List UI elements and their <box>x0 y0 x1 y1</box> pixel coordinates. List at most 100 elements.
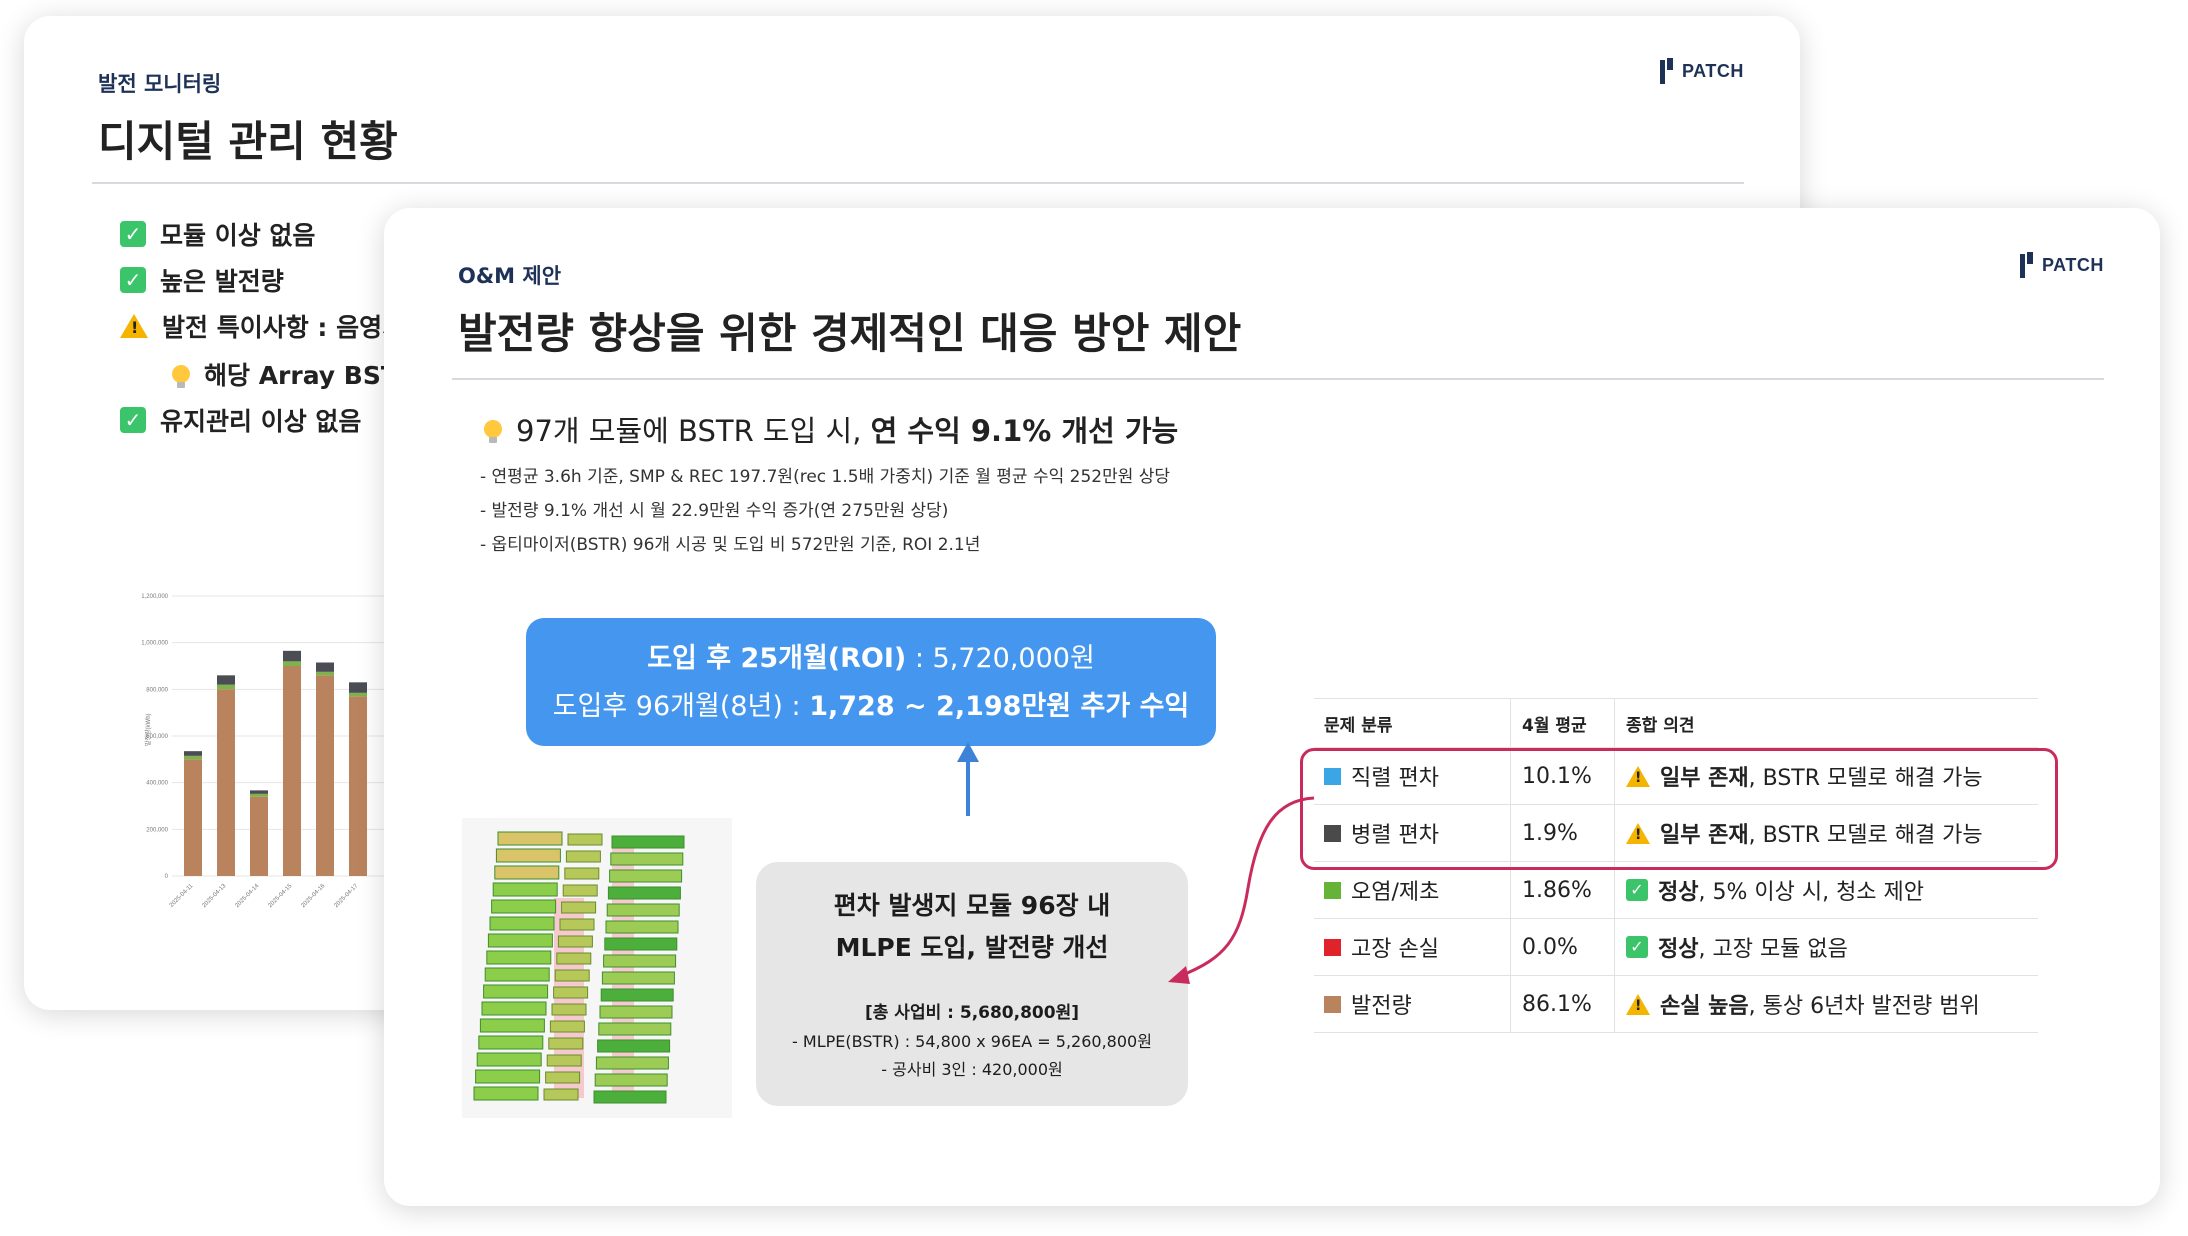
roi-line1: : 5,720,000원 <box>906 643 1095 674</box>
legend-swatch <box>1324 938 1341 956</box>
logo-text: PATCH <box>2042 254 2104 275</box>
cell-opinion: ✓ 정상, 고장 모듈 없음 <box>1626 919 1848 975</box>
table-row: 오염/제초 1.86% ✓ 정상, 5% 이상 시, 청소 제안 <box>1314 862 2038 919</box>
header-april-average: 4월 평균 <box>1522 715 1587 736</box>
bar-segment <box>250 796 268 876</box>
panel-row <box>486 950 552 965</box>
warning-icon <box>1626 993 1650 1015</box>
panel-row <box>594 1073 668 1087</box>
cost-title: [총 사업비 : 5,680,800원] <box>864 1003 1079 1023</box>
panel-row <box>603 954 677 968</box>
patch-logo-icon <box>2020 252 2034 278</box>
panel-row <box>561 901 597 914</box>
bar-segment <box>283 661 301 666</box>
bar-segment <box>316 675 334 876</box>
slide-title: 디지털 관리 현황 <box>98 117 398 166</box>
panel-row <box>489 916 555 931</box>
panel-row <box>548 1037 584 1050</box>
slide-subtitle: 발전 모니터링 <box>98 72 222 96</box>
x-tick-label: 2025-04-17 <box>333 883 359 909</box>
table-row: 고장 손실 0.0% ✓ 정상, 고장 모듈 없음 <box>1314 919 2038 976</box>
x-tick-label: 2025-04-13 <box>201 883 227 909</box>
bar-segment <box>184 755 202 760</box>
proposal-title-line1: 편차 발생지 모듈 96장 내 <box>833 891 1111 920</box>
cell-opinion: 손실 높음, 통상 6년차 발전량 범위 <box>1626 976 1980 1032</box>
cell-opinion: ✓ 정상, 5% 이상 시, 청소 제안 <box>1626 862 1924 918</box>
panel-row <box>478 1035 544 1050</box>
panel-row <box>494 865 560 880</box>
panel-row <box>492 882 558 897</box>
panel-row <box>593 1090 667 1104</box>
logo-text: PATCH <box>1682 60 1744 81</box>
table-header: 문제 분류 4월 평균 종합 의견 <box>1314 698 2038 748</box>
y-tick-label: 200,000 <box>146 827 168 833</box>
panel-row <box>543 1088 579 1101</box>
bar-segment <box>184 759 202 876</box>
cost-line: - MLPE(BSTR) : 54,800 x 96EA = 5,260,800… <box>792 1032 1152 1051</box>
bar-segment <box>349 696 367 876</box>
bar-segment <box>349 692 367 697</box>
x-tick-label: 2025-04-16 <box>300 883 326 909</box>
note-line: - 옵티마이저(BSTR) 96개 시공 및 도입 비 572만원 기준, RO… <box>480 535 981 555</box>
panel-row <box>605 920 679 934</box>
panel-row <box>604 937 678 951</box>
panel-row <box>479 1018 545 1033</box>
insight-text: 97개 모듈에 BSTR 도입 시, <box>516 414 871 448</box>
panel-row <box>599 1005 673 1019</box>
bullet-item: ✓ 높은 발전량 <box>120 262 284 298</box>
cell-category: 발전량 <box>1324 976 1412 1032</box>
check-icon: ✓ <box>1626 879 1648 901</box>
legend-swatch <box>1324 881 1341 899</box>
bullet-text: 모듈 이상 없음 <box>160 221 316 250</box>
y-tick-label: 1,200,000 <box>142 594 169 600</box>
panel-row <box>549 1020 585 1033</box>
panel-row <box>556 952 592 965</box>
bullet-text: 높은 발전량 <box>160 267 284 296</box>
cell-value: 86.1% <box>1522 991 1592 1017</box>
lightbulb-icon <box>172 365 190 388</box>
legend-swatch <box>1324 995 1341 1013</box>
insight-highlight: 연 수익 9.1% 개선 가능 <box>870 414 1179 448</box>
panel-row <box>610 852 684 866</box>
panel-row <box>567 833 603 846</box>
panel-row <box>554 969 590 982</box>
cell-category: 고장 손실 <box>1324 919 1439 975</box>
patch-logo-icon <box>1660 58 1674 84</box>
proposal-box: 편차 발생지 모듈 96장 내 MLPE 도입, 발전량 개선 [총 사업비 :… <box>756 862 1188 1106</box>
panel-row <box>553 986 589 999</box>
cell-value: 1.86% <box>1522 877 1592 903</box>
header-overall-opinion: 종합 의견 <box>1626 715 1695 736</box>
bullet-text: 발전 특이사항 : 음영기 <box>162 313 406 342</box>
cell-value: 0.0% <box>1522 934 1578 960</box>
bar-segment <box>349 682 367 693</box>
header-category: 문제 분류 <box>1324 715 1393 736</box>
y-axis-label: 발전량(kWh) <box>144 713 152 746</box>
title-divider <box>452 378 2104 380</box>
table-row: 발전량 86.1% 손실 높음, 통상 6년차 발전량 범위 <box>1314 976 2038 1033</box>
patch-logo: PATCH <box>2020 252 2104 278</box>
panel-row <box>546 1054 582 1067</box>
bullet-text: 해당 Array BST <box>204 361 398 390</box>
panel-row <box>476 1052 542 1067</box>
slide-title: 발전량 향상을 위한 경제적인 대응 방안 제안 <box>458 309 1242 358</box>
bullet-item: ✓ 모듈 이상 없음 <box>120 216 315 252</box>
x-tick-label: 2025-04-15 <box>267 883 293 909</box>
panel-row <box>562 884 598 897</box>
panel-row <box>557 935 593 948</box>
bar-segment <box>250 790 268 794</box>
panel-row <box>565 850 601 863</box>
bar-segment <box>250 793 268 797</box>
panel-array-layout-image <box>462 818 732 1118</box>
bullet-subitem: 해당 Array BST <box>172 356 398 392</box>
note-line: - 발전량 9.1% 개선 시 월 22.9만원 수익 증가(연 275만원 상… <box>480 501 949 521</box>
y-tick-label: 1,000,000 <box>142 641 169 647</box>
bullet-text: 유지관리 이상 없음 <box>160 407 362 436</box>
panel-row <box>611 835 685 849</box>
x-tick-label: 2025-04-14 <box>234 883 260 909</box>
highlight-frame <box>1300 748 2058 870</box>
bar-segment <box>316 662 334 672</box>
patch-logo: PATCH <box>1660 58 1744 84</box>
check-icon: ✓ <box>120 221 146 247</box>
panel-row <box>545 1071 581 1084</box>
panel-row <box>598 1022 672 1036</box>
